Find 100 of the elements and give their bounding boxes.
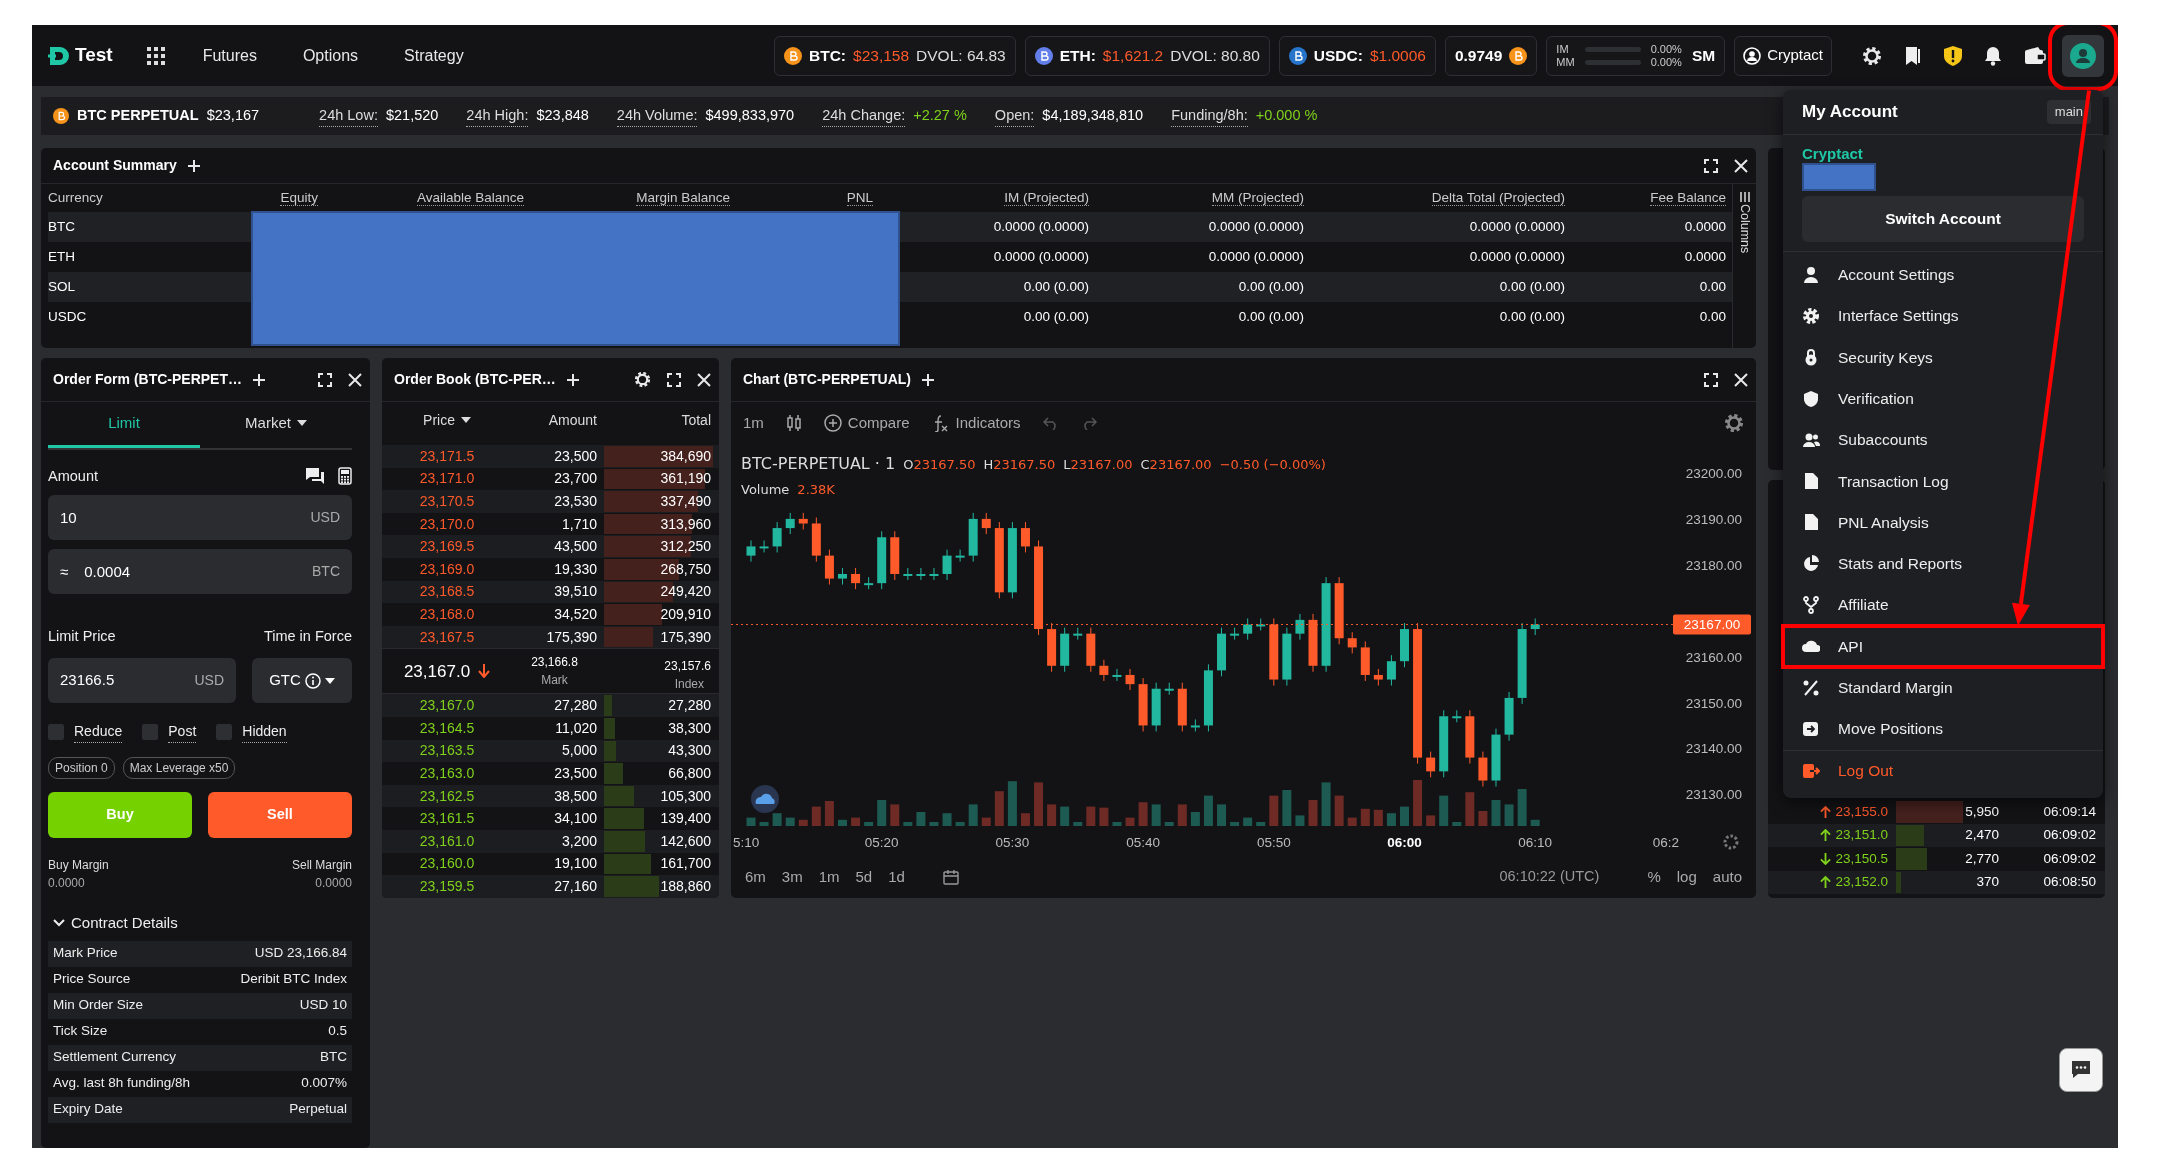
amount-cell-text: 23,700 [553,469,597,489]
table-cell-text: USDC [48,307,88,326]
sort-button[interactable]: Price [423,409,471,431]
index-label: Index [674,676,705,694]
axis-label: 06:2 [1652,835,1680,850]
table-cell-text: 0.0000 [1683,217,1726,236]
menu-item[interactable]: Interface Settings [1783,295,2103,337]
price-change: −0.50 (−0.00%) [1219,456,1326,474]
amount-cell-text: 5,950 [1965,803,2000,821]
table-cell-text: 0.00 (0.00) [1022,277,1089,296]
axis-label: 23140.00 [1685,741,1742,757]
price-cell-text: 23,150.5 [1835,849,1888,868]
detail-label: Tick Size [53,1022,108,1041]
brand-name: Test [75,43,113,68]
scale-button[interactable]: log [1676,865,1697,889]
approx-sign: ≈ [60,561,69,582]
time-cell-text: 06:08:50 [2042,873,2096,892]
contract-details-toggle[interactable]: Contract Details [53,912,352,935]
column-header: IM (Projected) [1004,189,1089,206]
logout-item[interactable]: Log Out [1783,750,2103,791]
interval-button[interactable]: 1m [743,411,764,435]
price-cell-text: 23,161.5 [418,809,476,829]
range-button[interactable]: 3m [781,865,803,889]
price-cell-text: 23,167.0 [418,696,476,716]
amount-field[interactable]: 10 USD [48,495,352,541]
scale-button[interactable]: % [1647,865,1661,889]
column-header: Delta Total (Projected) [1431,189,1565,206]
menu-item[interactable]: Standard Margin [1783,666,2103,709]
margin-label: IM [1556,42,1570,56]
detail-label: Avg. last 8h funding/8h [53,1074,191,1093]
column-header: Equity [280,189,318,206]
scale-button[interactable]: auto [1712,865,1742,889]
compare-button[interactable]: Compare [823,411,910,435]
menu-item[interactable]: Transaction Log [1783,460,2103,502]
menu-item[interactable]: Account Settings [1783,254,2103,296]
ohlc-key: O [903,457,914,472]
price-cell-text: 23,162.5 [418,786,476,806]
mark-label: Mark [541,672,568,690]
menu-item[interactable]: Affiliate [1783,584,2103,626]
range-button[interactable]: 1d [888,865,905,889]
time-in-force-select[interactable]: GTC [252,658,352,703]
nav-link[interactable]: Strategy [400,37,468,74]
text-input[interactable]: 23166.5 [60,669,195,692]
price-cell-text: 23,171.5 [418,446,476,466]
time-cell-text: 06:09:02 [2042,826,2096,845]
converted-field[interactable]: ≈ 0.0004 BTC [48,549,352,595]
price-cell-text: 23,167.5 [418,627,476,647]
columns-toggle[interactable]: Columns [1735,202,1754,256]
amount-cell-text: 38,500 [553,786,597,806]
price-cell-text: 23,159.5 [418,876,476,896]
nav-link[interactable]: Options [298,37,363,74]
price-field[interactable]: 23166.5 USD [48,658,236,703]
text-input[interactable]: 0.0004 [84,560,312,583]
detail-value: USD 23,166.84 [254,944,347,963]
volume-label: Volume [741,481,790,499]
detail-label: Settlement Currency [53,1048,177,1067]
price-cell-text: 23,170.5 [418,492,476,511]
column-header: Amount [548,411,597,428]
range-button[interactable]: 5d [855,865,873,889]
table-cell-text: ETH [48,247,76,266]
chart-symbol: BTC-PERPETUAL · 1 [741,453,896,475]
range-button[interactable]: 1m [818,865,840,889]
price-cell-text: 23,151.0 [1835,826,1888,845]
last-price: 23,167.0 [403,660,471,683]
menu-item[interactable]: Security Keys [1783,336,2103,378]
table-cell-text: 0.00 (0.00) [1498,307,1565,326]
ohlc-key: H [983,457,994,472]
menu-item[interactable]: Subaccounts [1783,419,2103,461]
field-label: Limit Price [48,627,116,647]
stat-label: Open: [994,104,1035,128]
range-button[interactable]: 6m [745,865,766,889]
text-input[interactable]: 10 [60,506,311,529]
axis-label: 06:10 [1518,835,1553,850]
ticker-symbol: ETH: [1059,45,1096,66]
detail-value: 0.007% [301,1074,347,1093]
table-cell-text: 0.00 [1698,307,1726,326]
menu-item[interactable]: Stats and Reports [1783,543,2103,585]
table-cell-text: 0.00 (0.00) [1022,307,1089,326]
order-type-tab[interactable]: Market [200,402,352,448]
menu-item[interactable]: Verification [1783,377,2103,420]
total-cell-text: 142,600 [660,831,712,851]
amount-cell-text: 19,330 [553,559,597,579]
table-cell-text: 0.0000 (0.0000) [1207,217,1304,236]
unit-label: USD [194,671,224,690]
nav-link[interactable]: Futures [198,37,261,74]
indicators-button[interactable]: Indicators [931,411,1021,435]
ticker-symbol: USDC: [1313,45,1363,66]
account-button[interactable]: Cryptact [1734,35,1832,76]
price-cell-text: 23,168.0 [418,604,476,624]
ratio-value: 0.9749 [1454,45,1503,66]
axis-label: 06:00 [1387,835,1422,850]
amount-cell-text: 39,510 [553,582,597,602]
menu-item[interactable]: PNL Analysis [1783,501,2103,544]
axis-label: 05:20 [864,835,899,850]
order-type-tab[interactable]: Limit [48,402,200,448]
margin-mode: SM [1691,45,1716,66]
menu-item[interactable]: Move Positions [1783,708,2103,750]
menu-item[interactable]: API [1783,625,2103,667]
switch-account-button[interactable]: Switch Account [1802,196,2084,242]
ticker-price: $23,158 [853,45,910,66]
